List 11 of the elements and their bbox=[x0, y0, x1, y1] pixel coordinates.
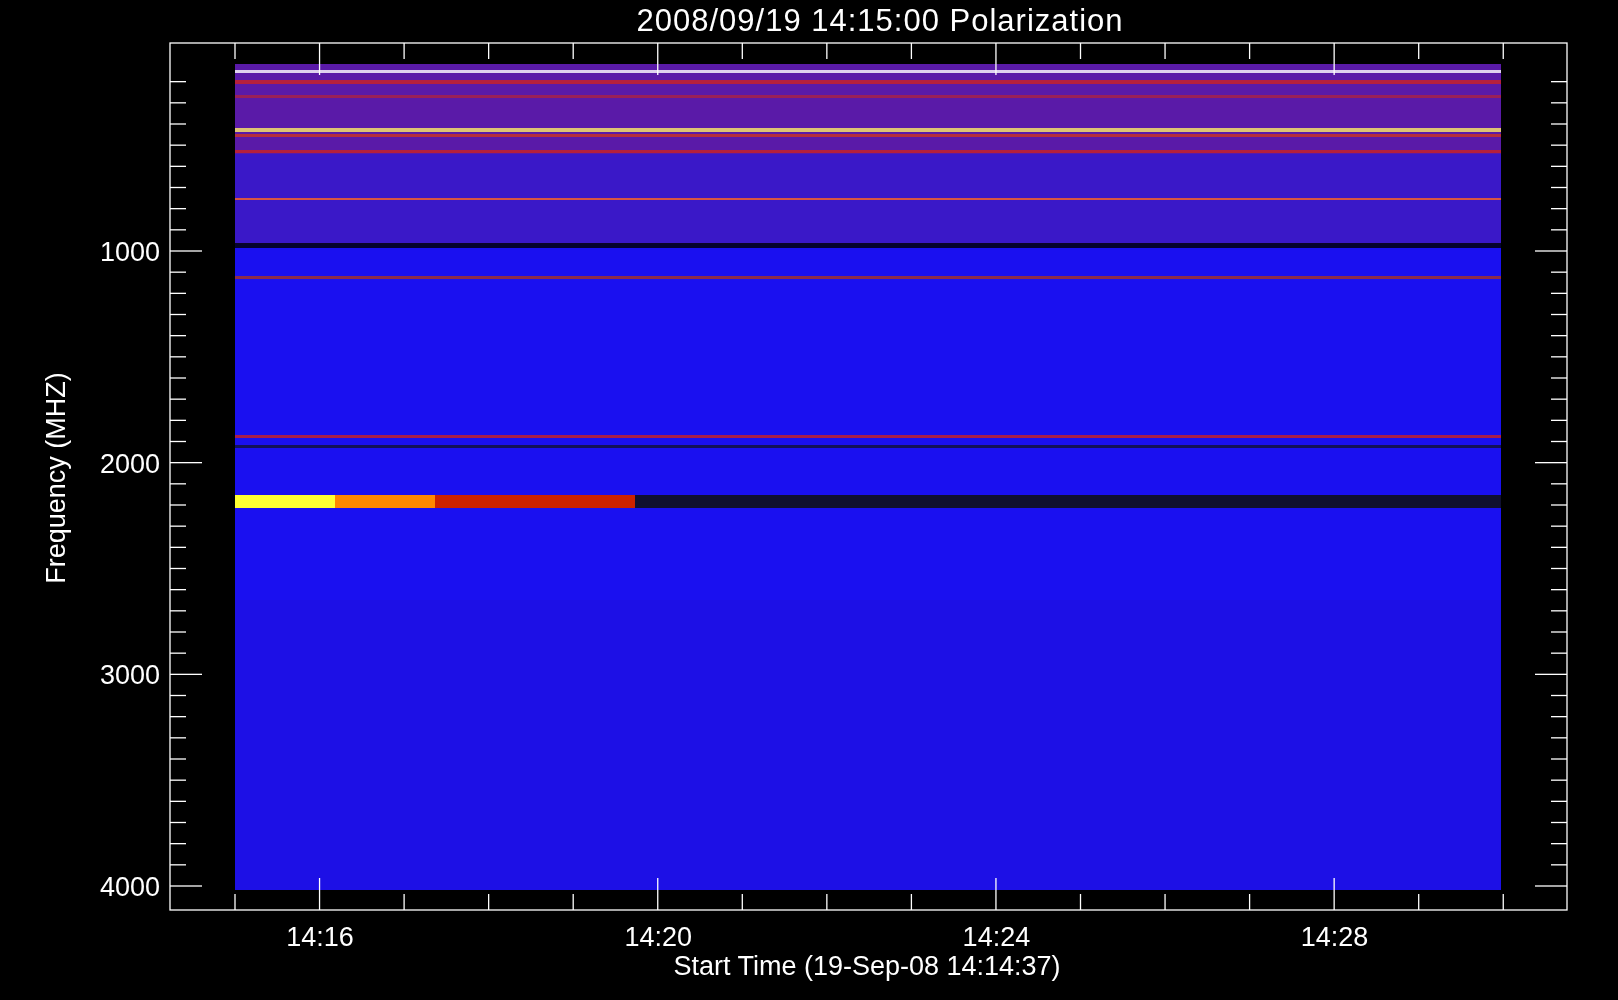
y-tick-label: 1000 bbox=[99, 237, 160, 267]
y-tick-label: 3000 bbox=[99, 660, 160, 691]
x-tick-label: 14:20 bbox=[624, 922, 692, 952]
chart-title: 2008/09/19 14:15:00 Polarization bbox=[636, 3, 1124, 38]
x-tick-label: 14:24 bbox=[962, 922, 1031, 952]
y-tick-label: 2000 bbox=[99, 448, 160, 479]
y-axis-label: Frequency (MHZ) bbox=[41, 372, 71, 584]
x-axis-label: Start Time (19-Sep-08 14:14:37) bbox=[673, 951, 1061, 981]
x-tick-label: 14:28 bbox=[1300, 922, 1369, 952]
x-tick-label: 14:16 bbox=[286, 922, 354, 952]
y-tick-label: 4000 bbox=[99, 872, 160, 902]
